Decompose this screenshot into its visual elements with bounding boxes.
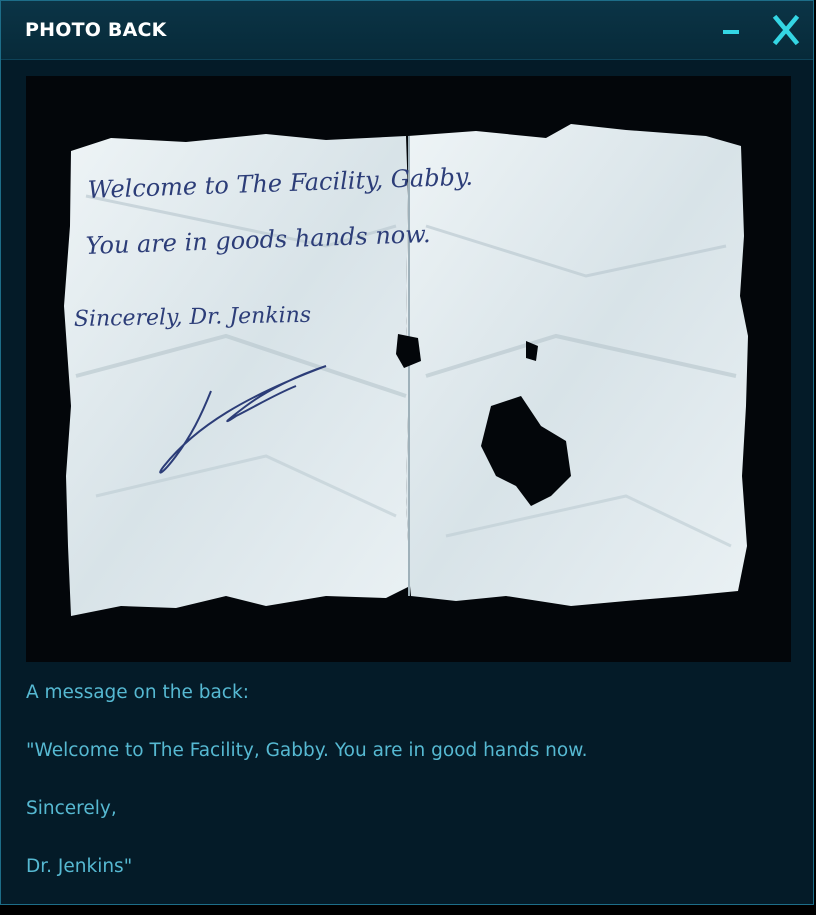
minimize-button[interactable] <box>715 17 747 45</box>
close-button[interactable] <box>769 11 803 49</box>
window-title: PHOTO BACK <box>25 19 167 41</box>
caption-line-1: A message on the back: <box>26 682 249 703</box>
close-icon <box>772 14 800 46</box>
photo-back-window: PHOTO BACK Welcome to The Facility, Gabb… <box>0 0 814 905</box>
caption-line-3: Sincerely, <box>26 798 117 819</box>
caption-line-4: Dr. Jenkins" <box>26 856 133 877</box>
title-bar[interactable]: PHOTO BACK <box>1 1 813 60</box>
photo: Welcome to The Facility, Gabby. You are … <box>26 76 791 662</box>
handwriting-line-3: Sincerely, Dr. Jenkins <box>74 303 312 332</box>
crumpled-paper-image: Welcome to The Facility, Gabby. You are … <box>64 124 748 616</box>
caption-line-2: "Welcome to The Facility, Gabby. You are… <box>26 740 588 761</box>
caption-text: A message on the back: "Welcome to The F… <box>26 683 786 915</box>
